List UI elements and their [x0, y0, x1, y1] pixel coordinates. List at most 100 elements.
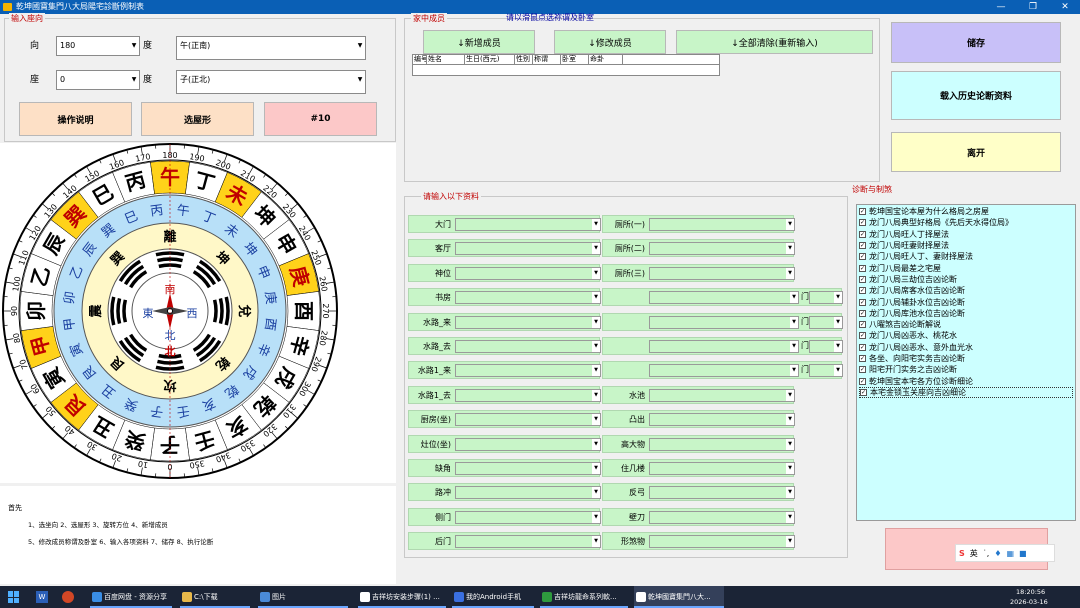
door-select[interactable]: ▼	[809, 340, 843, 353]
data-field-select[interactable]: ▼	[455, 291, 601, 305]
ime-toolbar[interactable]: S 英 ˙, ♦ ▦ ■	[955, 544, 1055, 562]
sitting-direction-select[interactable]: 子(正北) ▼	[176, 70, 366, 94]
help-button[interactable]: 操作说明	[19, 102, 132, 136]
checkbox-checked-icon[interactable]: ✓	[859, 230, 866, 238]
checkbox-checked-icon[interactable]: ✓	[859, 377, 866, 385]
edit-member-button[interactable]: ↓修改成员	[554, 30, 666, 54]
data-field-select[interactable]: ▼	[455, 364, 601, 378]
diag-item[interactable]: ✓ 本宅金锁玉关座向吉凶细论	[859, 386, 1073, 399]
diag-item[interactable]: ✓ 龙门八局辅卦水位吉凶论断	[859, 296, 1073, 307]
data-field-select[interactable]: ▼	[455, 462, 601, 475]
checkbox-checked-icon[interactable]: ✓	[859, 275, 866, 283]
members-column-header[interactable]: 称谓	[533, 55, 561, 64]
save-button[interactable]: 储存	[891, 22, 1061, 63]
ime-mode[interactable]: 英	[970, 548, 978, 559]
clock-date[interactable]: 2026-03-16	[1010, 598, 1048, 606]
diag-item[interactable]: ✓ 龙门八局三劫位吉凶论断	[859, 274, 1073, 285]
diag-item[interactable]: ✓ 龙门八局旺妻财择屋法	[859, 240, 1073, 251]
checkbox-checked-icon[interactable]: ✓	[859, 287, 866, 295]
data-field-select[interactable]: ▼	[455, 510, 601, 524]
data-field-select[interactable]: ▼	[649, 242, 795, 256]
add-member-button[interactable]: ↓新增成员	[423, 30, 535, 54]
checkbox-checked-icon[interactable]: ✓	[859, 242, 866, 250]
checkbox-checked-icon[interactable]: ✓	[859, 343, 866, 351]
punct-icon[interactable]: ˙,	[983, 549, 990, 558]
data-field-select[interactable]: ▼	[455, 315, 601, 329]
members-column-header[interactable]: 编号	[413, 55, 427, 64]
house-shape-button[interactable]: 选屋形	[141, 102, 254, 136]
data-field-select[interactable]: ▼	[455, 218, 601, 231]
taskbar-item[interactable]: 我的Android手机	[452, 586, 534, 608]
door-select[interactable]: ▼	[809, 364, 843, 378]
members-column-header[interactable]: 性别	[515, 55, 533, 64]
members-column-header[interactable]: 命卦	[589, 55, 623, 64]
checkbox-checked-icon[interactable]: ✓	[859, 264, 866, 272]
checkbox-checked-icon[interactable]: ✓	[859, 298, 866, 306]
powerpoint-icon[interactable]	[62, 591, 74, 603]
diag-item[interactable]: ✓ 龙门八局最差之宅屋	[859, 262, 1073, 273]
data-field-select[interactable]: ▼	[455, 413, 601, 427]
data-field-select[interactable]: ▼	[455, 388, 601, 402]
diag-item[interactable]: ✓ 乾坤国宝本宅各方位诊断细论	[859, 375, 1073, 386]
data-field-select[interactable]: ▼	[455, 535, 601, 549]
checkbox-checked-icon[interactable]: ✓	[859, 253, 866, 261]
members-table[interactable]: 编号 姓名 生日(西元) 性别 称谓 卧室 命卦	[412, 54, 720, 76]
data-field-select[interactable]: ▼	[455, 242, 601, 256]
checkbox-checked-icon[interactable]: ✓	[859, 332, 866, 340]
checkbox-checked-icon[interactable]: ✓	[859, 309, 866, 317]
door-select[interactable]: ▼	[809, 291, 843, 305]
mic-icon[interactable]: ♦	[994, 549, 1001, 558]
data-field-select[interactable]: ▼	[455, 340, 601, 353]
data-field-select[interactable]: ▼	[649, 462, 795, 475]
minimize-button[interactable]: —	[990, 0, 1012, 14]
sitting-degree-select[interactable]: 0 ▼	[56, 70, 140, 90]
compass-chart[interactable]: 0102030405060708090100110120130140150160…	[0, 143, 396, 483]
data-field-select[interactable]: ▼	[649, 510, 795, 524]
data-field-select[interactable]: ▼	[649, 340, 799, 353]
taskbar-item[interactable]: 百度网盘 - 资源分享	[90, 586, 172, 608]
data-field-select[interactable]: ▼	[649, 315, 799, 329]
diag-item[interactable]: ✓ 阳宅开门实务之吉凶论断	[859, 364, 1073, 375]
data-field-select[interactable]: ▼	[455, 266, 601, 280]
clock-time[interactable]: 18:20:56	[1016, 588, 1045, 596]
members-column-header[interactable]: 卧室	[561, 55, 589, 64]
diag-item[interactable]: ✓ 龙门八局席客水位吉凶论断	[859, 285, 1073, 296]
data-field-select[interactable]: ▼	[455, 486, 601, 500]
taskbar-item[interactable]: 吉祥坊龍命系列軟...	[540, 586, 628, 608]
members-column-header[interactable]: 姓名	[427, 55, 465, 64]
clear-all-button[interactable]: ↓全部清除(重新输入)	[676, 30, 873, 54]
load-history-button[interactable]: 载入历史论断资料	[891, 71, 1061, 120]
taskbar-item[interactable]: 图片	[258, 586, 348, 608]
members-column-header[interactable]: 生日(西元)	[465, 55, 515, 64]
maximize-button[interactable]: ❐	[1022, 0, 1044, 14]
taskbar-item[interactable]: C:\下载	[180, 586, 250, 608]
data-field-select[interactable]: ▼	[649, 291, 799, 305]
diag-item[interactable]: ✓ 龙门八局库池水位吉凶论断	[859, 308, 1073, 319]
compass-panel[interactable]: 0 10 20 30 40 50 60 70 80 90 100 110 120 130 140 150 160…	[0, 143, 396, 483]
facing-degree-select[interactable]: 180 ▼	[56, 36, 140, 56]
data-field-select[interactable]: ▼	[649, 364, 799, 378]
checkbox-checked-icon[interactable]: ✓	[859, 208, 866, 216]
checkbox-checked-icon[interactable]: ✓	[859, 321, 866, 329]
diag-item[interactable]: ✓ 龙门八局典型好格局《先后天水得位局》	[859, 217, 1073, 228]
checkbox-checked-icon[interactable]: ✓	[860, 388, 867, 396]
door-select[interactable]: ▼	[809, 315, 843, 329]
diag-item[interactable]: ✓ 龙门八局旺人丁择屋法	[859, 229, 1073, 240]
word-icon[interactable]: W	[36, 591, 48, 603]
exit-button[interactable]: 离开	[891, 132, 1061, 172]
close-button[interactable]: ✕	[1054, 0, 1076, 14]
diag-item[interactable]: ✓ 八曜煞吉凶论断解说	[859, 319, 1073, 330]
data-field-select[interactable]: ▼	[649, 218, 795, 231]
skin-icon[interactable]: ■	[1019, 549, 1027, 558]
checkbox-checked-icon[interactable]: ✓	[859, 366, 866, 374]
data-field-select[interactable]: ▼	[649, 437, 795, 451]
windows-start-icon[interactable]	[8, 591, 20, 603]
checkbox-checked-icon[interactable]: ✓	[859, 219, 866, 227]
checkbox-checked-icon[interactable]: ✓	[859, 355, 866, 362]
diag-item[interactable]: ✓ 龙门八局凶恶水、意外血光水	[859, 342, 1073, 353]
data-field-select[interactable]: ▼	[649, 388, 795, 402]
keyboard-icon[interactable]: ▦	[1006, 549, 1014, 558]
data-field-select[interactable]: ▼	[649, 413, 795, 427]
diag-item[interactable]: ✓ 龙门八局凶恶水、桃花水	[859, 330, 1073, 341]
north-button[interactable]: #10	[264, 102, 377, 136]
